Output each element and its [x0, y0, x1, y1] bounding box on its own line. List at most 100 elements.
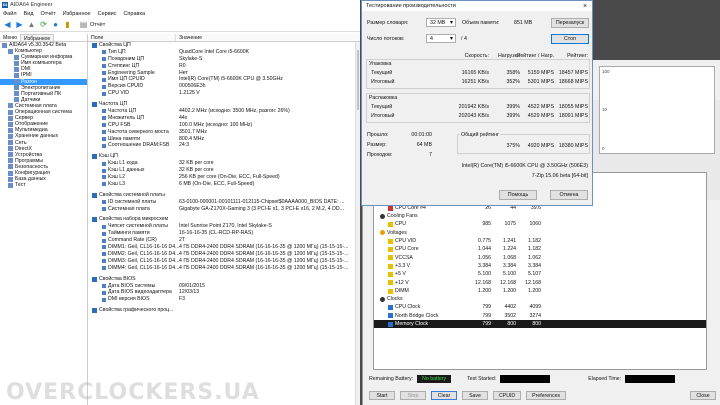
tree-item-label: Тест: [15, 182, 26, 189]
menu-tools[interactable]: Сервис: [98, 11, 117, 17]
detail-row[interactable]: DIMM3: Geil, CL16-16-16 D4... 4 ГБ DDR4-2…: [88, 258, 360, 265]
forward-arrow-icon[interactable]: ▶: [15, 20, 24, 29]
sensor-value: 1.044: [478, 246, 491, 253]
sensor-row[interactable]: DIMM 1.200 1.200 1.200: [374, 287, 706, 295]
detail-row[interactable]: Чипсет системной платы Intel Sunrise Poin…: [88, 223, 360, 230]
menu-favorites[interactable]: Избранное: [63, 11, 91, 17]
detail-row[interactable]: Engineering Sample Нет: [88, 70, 360, 77]
column-value[interactable]: Значение: [176, 34, 202, 41]
tree-node-icon: [14, 79, 19, 85]
detail-row[interactable]: Соотношение DRAM:FSB 24:3: [88, 142, 360, 149]
sensor-row[interactable]: +12 V 12.168 12.168 12.168: [374, 279, 706, 287]
field-cell: Кэш L1 данных: [88, 167, 176, 174]
sensor-icon: [388, 238, 393, 244]
sensor-row[interactable]: CPU VID 0.775 1.241 1.182: [374, 237, 706, 245]
detail-row[interactable]: DMI версия BIOS F3: [88, 296, 360, 303]
stop-button-bench[interactable]: Стоп: [551, 34, 589, 44]
detail-row[interactable]: Системная плата Gigabyte GA-Z170X-Gaming …: [88, 206, 360, 213]
detail-row[interactable]: Тип ЦП QuadCore Intel Core i5-6600K: [88, 49, 360, 56]
section-header[interactable]: Свойства набора микросхем: [88, 216, 360, 223]
start-button[interactable]: Start: [369, 390, 395, 400]
detail-row[interactable]: Множитель ЦП 44x: [88, 115, 360, 122]
menu-view[interactable]: Вид: [24, 11, 34, 17]
detail-row[interactable]: CPU FSB 100.0 MHz (исходно: 100 MHz): [88, 122, 360, 129]
detail-row[interactable]: Command Rate (CR) 2T: [88, 237, 360, 244]
detail-row[interactable]: Версия CPUID 000506E3h: [88, 83, 360, 90]
elapsed-time-label: Elapsed Time:: [588, 376, 622, 382]
detail-row[interactable]: Частота ЦП 4402.2 MHz (исходно: 3500 MHz,…: [88, 108, 360, 115]
tree-node-icon: [14, 66, 19, 72]
sensor-row[interactable]: VCCSA 1.056 1.068 1.062: [374, 254, 706, 262]
dict-size-select[interactable]: 32 MB: [426, 18, 456, 27]
close-button[interactable]: Close: [690, 390, 716, 400]
cancel-button[interactable]: Отмена: [550, 190, 588, 200]
sensor-row[interactable]: CPU 985 1075 1060: [374, 220, 706, 228]
help-button[interactable]: Помощь: [499, 190, 537, 200]
detail-row[interactable]: DIMM1: Geil, CL16-16-16 D4... 4 ГБ DDR4-2…: [88, 244, 360, 251]
section-header[interactable]: Свойства графического проц...: [88, 307, 360, 314]
sensor-name: VCCSA: [395, 254, 413, 261]
stop-button[interactable]: Stop: [400, 390, 426, 400]
sensor-row[interactable]: CPU Core 1.044 1.224 1.182: [374, 245, 706, 253]
sensor-value: 0.775: [478, 238, 491, 245]
field-cell: Частота северного моста: [88, 129, 176, 136]
detail-row[interactable]: Псевдоним ЦП Skylake-S: [88, 56, 360, 63]
sensor-category[interactable]: Cooling Fans: [374, 212, 706, 220]
section-header[interactable]: Частота ЦП: [88, 101, 360, 108]
sensor-row[interactable]: Memory Clock 799 800 800: [374, 320, 706, 329]
detail-row[interactable]: Дата BIOS системы 09/01/2015: [88, 283, 360, 290]
preferences-button[interactable]: Preferences: [526, 390, 567, 400]
value-cell: 63-0100-000001-00101111-012115-Chipset$0…: [179, 198, 345, 205]
report-button[interactable]: ▤ Отчёт: [79, 20, 106, 29]
scroll-thumb[interactable]: [357, 50, 359, 110]
chart-icon[interactable]: ▮: [63, 20, 72, 29]
section-header[interactable]: Свойства ЦП: [88, 42, 360, 49]
tab-favorites[interactable]: Избранное: [20, 34, 55, 42]
detail-row[interactable]: Кэш L3 6 MB (On-Die, ECC, Full-Speed): [88, 181, 360, 188]
detail-row[interactable]: Кэш L1 данных 32 KB per core: [88, 167, 360, 174]
tree-node-icon: [8, 152, 13, 158]
sensor-row[interactable]: +3.3 V 3.384 3.384 3.384: [374, 262, 706, 270]
detail-rows: Свойства ЦП Тип ЦП QuadCore Intel Core i5-…: [88, 42, 360, 314]
detail-row[interactable]: DIMM2: Geil, CL16-16-16 D4... 4 ГБ DDR4-2…: [88, 251, 360, 258]
menu-help[interactable]: Справка: [123, 11, 145, 17]
sensor-row[interactable]: CPU Clock 799 4402 4099: [374, 303, 706, 311]
detail-row[interactable]: Имя ЦП CPUID Intel(R) Core(TM) i5-6600K C…: [88, 76, 360, 83]
detail-row[interactable]: Тайминги памяти 16-16-16-35 (CL-RCD-RP-RA…: [88, 230, 360, 237]
detail-row[interactable]: Кэш L2 256 KB per core (On-Die, ECC, Full…: [88, 174, 360, 181]
menu-report[interactable]: Отчёт: [40, 11, 55, 17]
field-icon: [102, 290, 106, 295]
up-arrow-icon[interactable]: ▲: [27, 20, 36, 29]
user-icon[interactable]: ●: [51, 20, 60, 29]
close-icon[interactable]: ×: [578, 3, 592, 10]
detail-row[interactable]: Шина памяти 800.4 MHz: [88, 136, 360, 143]
detail-row[interactable]: DIMM4: Geil, CL16-16-16 D4... 4 ГБ DDR4-2…: [88, 265, 360, 272]
detail-row[interactable]: ID системной платы 63-0100-000001-0010111…: [88, 199, 360, 206]
section-header[interactable]: Свойства системной платы: [88, 192, 360, 199]
save-button[interactable]: Save: [462, 390, 488, 400]
back-arrow-icon[interactable]: ◀: [3, 20, 12, 29]
tree-node-icon: [8, 133, 13, 139]
menu-file[interactable]: Файл: [3, 11, 17, 17]
sensor-row[interactable]: North Bridge Clock 799 3502 3274: [374, 312, 706, 320]
detail-row[interactable]: Степпинг ЦП R0: [88, 63, 360, 70]
detail-row[interactable]: Частота северного моста 3501.7 MHz: [88, 129, 360, 136]
sensor-category[interactable]: Voltages: [374, 229, 706, 237]
field-label: ID системной платы: [108, 198, 157, 205]
section-header[interactable]: Кэш ЦП: [88, 153, 360, 160]
detail-row[interactable]: Дата BIOS видеоадаптера 12/03/13: [88, 289, 360, 296]
section-header[interactable]: Свойства BIOS: [88, 276, 360, 283]
detail-scrollbar[interactable]: [355, 42, 360, 405]
sensor-row[interactable]: +5 V 5.100 5.100 5.107: [374, 270, 706, 278]
refresh-icon[interactable]: ⟳: [39, 20, 48, 29]
clear-button[interactable]: Clear: [431, 390, 457, 400]
tree-item[interactable]: Тест: [0, 182, 87, 188]
cpuid-button[interactable]: CPUID: [493, 390, 522, 400]
detail-row[interactable]: CPU VID 1.2125 V: [88, 90, 360, 97]
column-field[interactable]: Поле: [88, 34, 176, 41]
threads-select[interactable]: 4: [426, 34, 456, 43]
restart-button[interactable]: Перезапуск: [551, 18, 589, 28]
tab-menu[interactable]: Меню: [0, 34, 20, 41]
sensor-category[interactable]: Clocks: [374, 295, 706, 303]
detail-row[interactable]: Кэш L1 кода 32 KB per core: [88, 160, 360, 167]
